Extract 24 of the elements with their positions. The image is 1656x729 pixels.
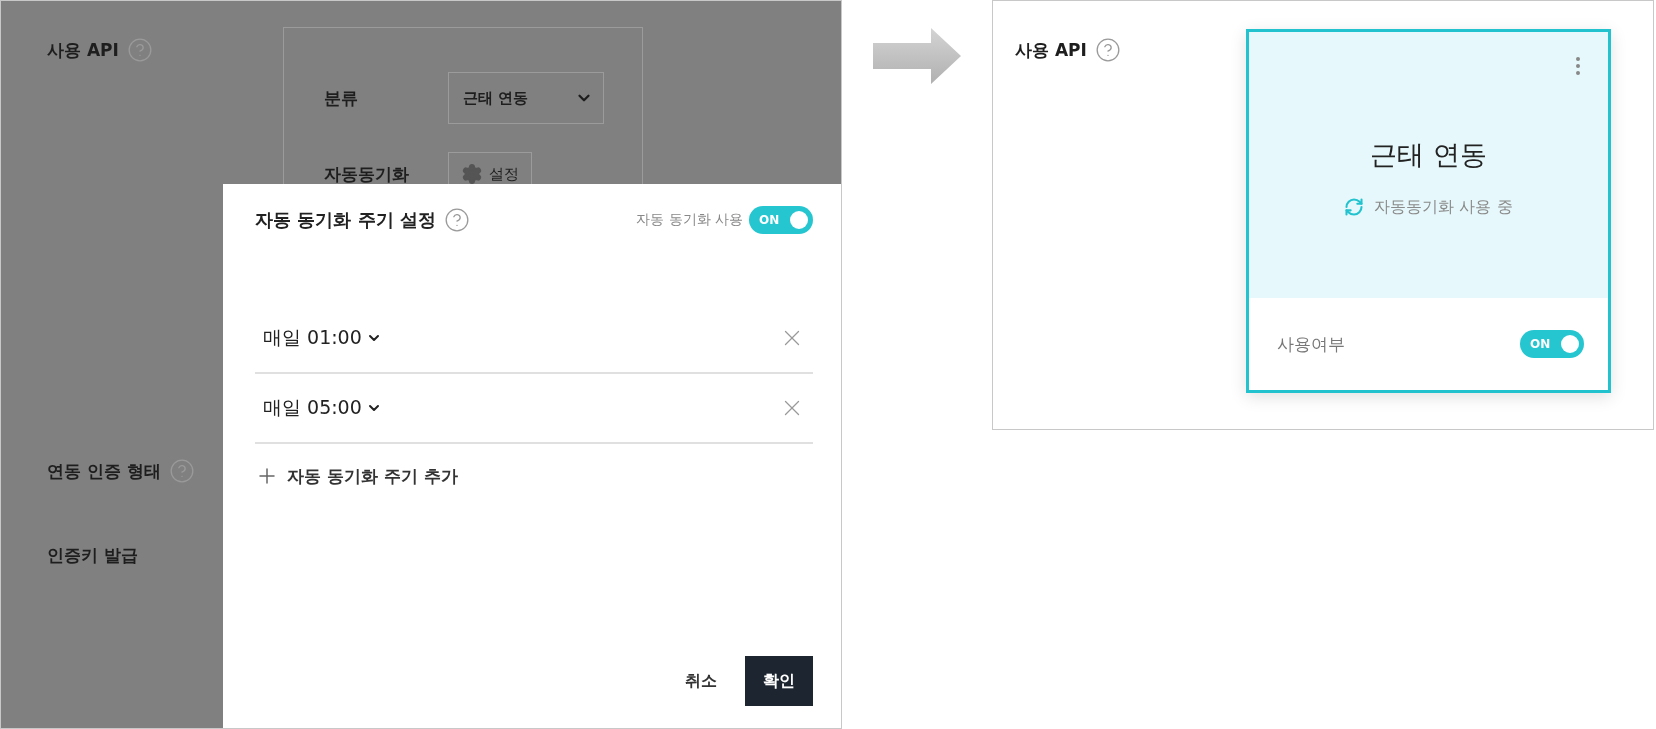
field-label: 인증키 발급 — [47, 544, 138, 567]
field-label: 자동동기화 — [324, 162, 410, 186]
settings-icon — [461, 163, 483, 185]
toggle-label: 사용여부 — [1277, 332, 1345, 356]
field-label: 연동 인증 형태 — [47, 459, 161, 483]
modal-title: 자동 동기화 주기 설정 — [255, 208, 436, 232]
help-icon[interactable] — [1094, 37, 1121, 63]
cancel-button[interactable]: 취소 — [679, 669, 723, 693]
help-icon[interactable] — [443, 207, 470, 233]
arrow-icon — [873, 28, 961, 84]
toggle-label: 자동 동기화 사용 — [636, 211, 743, 229]
sync-icon — [1344, 197, 1365, 217]
confirm-button[interactable]: 확인 — [745, 656, 813, 706]
sync-status: 자동동기화 사용 중 — [1374, 196, 1513, 218]
schedule-select[interactable]: 매일 05:00 — [263, 395, 382, 421]
card-title: 근태 연동 — [1370, 137, 1487, 172]
help-icon[interactable] — [168, 458, 195, 484]
schedule-select[interactable]: 매일 01:00 — [263, 325, 382, 351]
help-icon[interactable] — [126, 37, 153, 63]
field-label: 분류 — [324, 86, 359, 110]
field-label: 사용 API — [47, 38, 119, 62]
field-label: 사용 API — [1015, 38, 1087, 62]
category-select[interactable]: 근태 연동 — [448, 72, 604, 124]
add-schedule-link[interactable]: 자동 동기화 주기 추가 — [255, 464, 813, 488]
